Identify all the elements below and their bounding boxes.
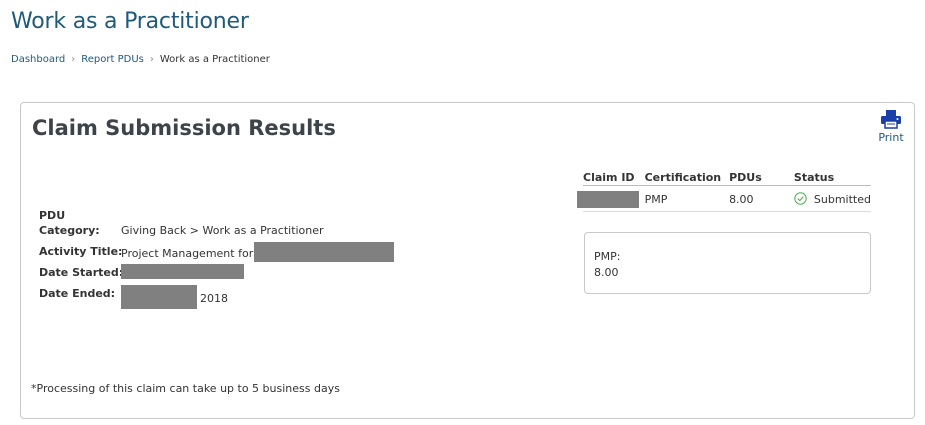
print-label: Print <box>878 131 904 144</box>
breadcrumb-chevron-icon: › <box>71 54 76 65</box>
redacted-block <box>121 285 197 309</box>
column-header-status: Status <box>793 169 871 186</box>
summary-certification: PMP: <box>594 250 621 263</box>
card-title: Claim Submission Results <box>32 116 336 140</box>
breadcrumb: Dashboard › Report PDUs › Work as a Prac… <box>11 54 270 65</box>
column-header-pdus: PDUs <box>729 169 794 186</box>
claim-results-card: Claim Submission Results Print PDU Categ… <box>20 102 915 419</box>
breadcrumb-dashboard-link[interactable]: Dashboard <box>11 54 65 65</box>
category-value: Giving Back > Work as a Practitioner <box>121 224 324 237</box>
page-title: Work as a Practitioner <box>11 9 249 34</box>
column-header-certification: Certification <box>644 169 730 186</box>
date-started-label: Date Started: <box>39 266 124 279</box>
status-cell: Submitted <box>793 185 871 212</box>
printer-icon <box>871 109 911 129</box>
category-label: Category: <box>39 224 100 237</box>
breadcrumb-chevron-icon: › <box>149 54 154 65</box>
status-text: Submitted <box>813 193 871 206</box>
date-ended-year: 2018 <box>200 291 228 305</box>
column-header-claim-id: Claim ID <box>583 169 645 186</box>
date-ended-value: 2018 <box>121 285 228 309</box>
redacted-block <box>254 242 395 262</box>
activity-title-value: Project Management for <box>121 242 395 262</box>
pdus-cell: 8.00 <box>729 185 794 212</box>
breadcrumb-current: Work as a Practitioner <box>159 54 270 65</box>
redacted-block <box>121 264 244 279</box>
pdu-label: PDU <box>39 209 66 222</box>
redacted-block <box>577 191 639 208</box>
summary-pdus: 8.00 <box>594 266 619 279</box>
breadcrumb-report-pdus-link[interactable]: Report PDUs <box>81 54 144 65</box>
activity-title-label: Activity Title: <box>39 245 123 258</box>
date-started-row: Date Started: <box>39 264 394 287</box>
date-ended-label: Date Ended: <box>39 287 116 300</box>
activity-title-row: Activity Title: Project Management for <box>39 242 395 266</box>
table-row: PMP 8.00 Submitted <box>577 185 871 212</box>
check-circle-icon <box>794 191 807 208</box>
certification-cell: PMP <box>644 185 730 212</box>
claims-table: Claim ID Certification PDUs Status PMP 8… <box>577 169 871 212</box>
pdu-summary-box: PMP: 8.00 <box>584 232 871 294</box>
print-button[interactable]: Print <box>871 109 911 144</box>
claim-details: PDU Category: Giving Back > Work as a Pr… <box>39 209 395 309</box>
processing-footnote: *Processing of this claim can take up to… <box>31 382 340 395</box>
activity-title-text: Project Management for <box>121 247 254 260</box>
table-header-row: Claim ID Certification PDUs Status <box>583 169 871 186</box>
date-ended-row: Date Ended: 2018 <box>39 285 394 309</box>
date-started-value <box>121 264 244 279</box>
claim-id-cell <box>577 185 645 212</box>
